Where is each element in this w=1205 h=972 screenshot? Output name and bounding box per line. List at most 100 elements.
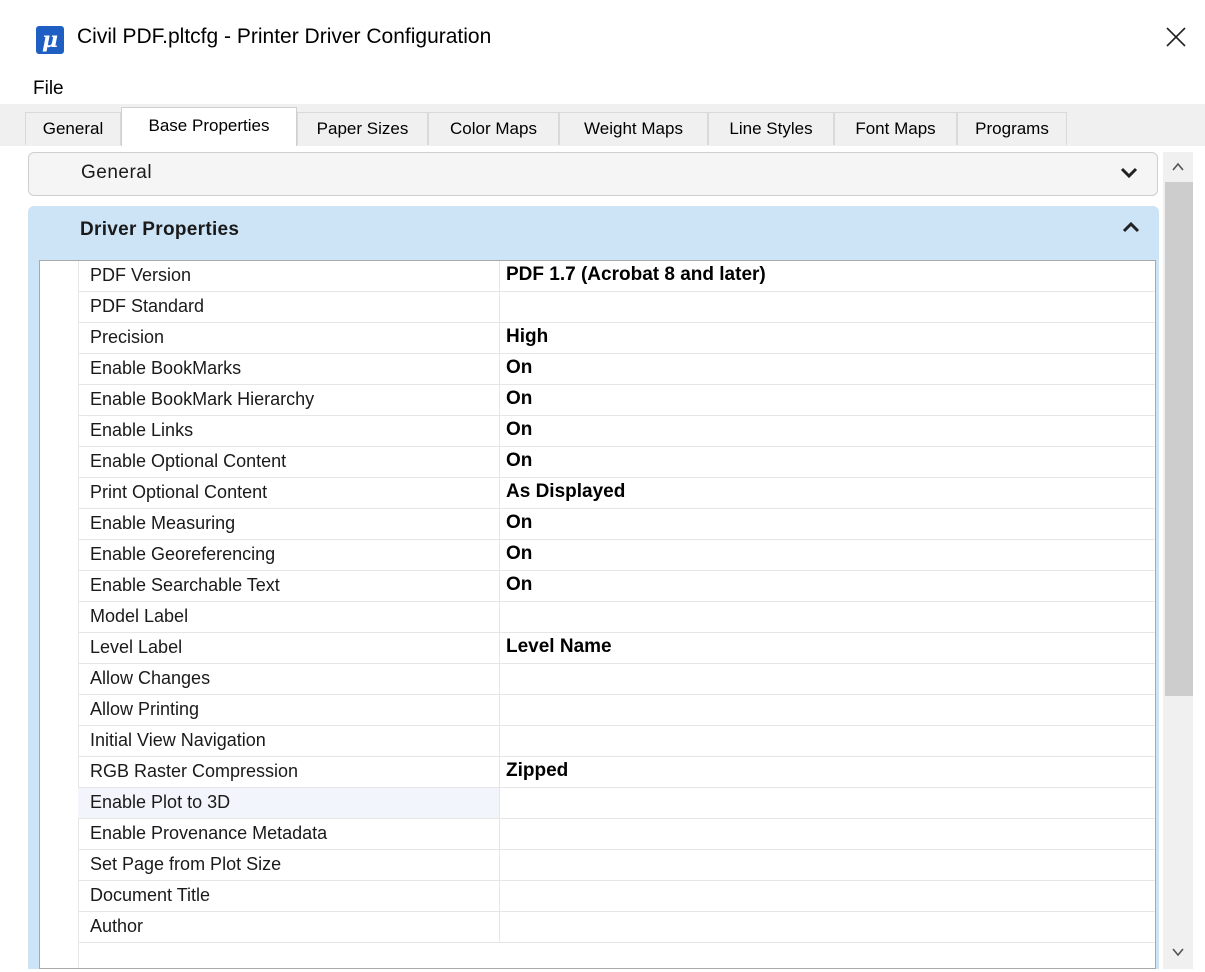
property-name: Allow Printing [90, 699, 200, 719]
property-row[interactable]: Allow Printing [78, 695, 1155, 726]
column-divider [499, 261, 500, 292]
tab-weight-maps[interactable]: Weight Maps [559, 112, 708, 145]
microstation-logo-icon: μ [36, 26, 64, 54]
property-name: Enable Plot to 3D [90, 792, 231, 812]
column-divider [499, 633, 500, 664]
property-name: Enable BookMark Hierarchy [90, 389, 315, 409]
tab-paper-sizes[interactable]: Paper Sizes [297, 112, 428, 145]
close-button[interactable] [1157, 18, 1197, 58]
property-value[interactable]: On [506, 357, 532, 379]
section-driver-label: Driver Properties [80, 219, 240, 240]
section-driver-header[interactable]: Driver Properties [28, 206, 1159, 256]
chevron-down-icon[interactable] [1119, 165, 1139, 183]
property-name: Author [90, 916, 144, 936]
property-row[interactable]: Level Label Level Name [78, 633, 1155, 664]
property-name: PDF Standard [90, 296, 205, 316]
column-divider [499, 540, 500, 571]
property-value[interactable]: On [506, 450, 532, 472]
property-row[interactable]: Author [78, 912, 1155, 943]
close-icon [1166, 27, 1186, 47]
column-divider [499, 447, 500, 478]
property-row[interactable]: Set Page from Plot Size [78, 850, 1155, 881]
column-divider [499, 416, 500, 447]
property-row[interactable]: PDF Version PDF 1.7 (Acrobat 8 and later) [78, 261, 1155, 292]
property-value[interactable]: On [506, 543, 532, 565]
property-value[interactable]: As Displayed [506, 481, 625, 503]
property-row[interactable]: Enable BookMarks On [78, 354, 1155, 385]
column-divider [499, 726, 500, 757]
property-row[interactable]: Initial View Navigation [78, 726, 1155, 757]
scroll-up-arrow-icon [1172, 162, 1184, 171]
property-name: RGB Raster Compression [90, 761, 299, 781]
column-divider [499, 323, 500, 354]
property-row[interactable]: Enable Georeferencing On [78, 540, 1155, 571]
property-row[interactable]: Enable Searchable Text On [78, 571, 1155, 602]
chevron-up-icon[interactable] [1121, 218, 1141, 236]
column-divider [499, 912, 500, 943]
property-row[interactable]: PDF Standard [78, 292, 1155, 323]
property-name: Enable Provenance Metadata [90, 823, 328, 843]
property-value[interactable]: On [506, 574, 532, 596]
property-row[interactable]: Document Title [78, 881, 1155, 912]
property-name: Precision [90, 327, 165, 347]
column-divider [499, 292, 500, 323]
column-divider [499, 788, 500, 819]
column-divider [499, 695, 500, 726]
property-name: Set Page from Plot Size [90, 854, 282, 874]
property-name: Enable Searchable Text [90, 575, 280, 595]
tab-strip: General Base Properties Paper Sizes Colo… [0, 104, 1205, 147]
column-divider [499, 509, 500, 540]
menu-file[interactable]: File [33, 78, 64, 100]
scrollbar-thumb[interactable] [1165, 182, 1193, 696]
tab-programs[interactable]: Programs [957, 112, 1067, 145]
property-name: Allow Changes [90, 668, 211, 688]
property-name: Enable Georeferencing [90, 544, 276, 564]
property-value[interactable]: Level Name [506, 636, 612, 658]
property-row[interactable]: RGB Raster Compression Zipped [78, 757, 1155, 788]
tab-line-styles[interactable]: Line Styles [708, 112, 834, 145]
column-divider [499, 850, 500, 881]
title-bar: μ Civil PDF.pltcfg - Printer Driver Conf… [0, 0, 1205, 74]
scroll-down-arrow-icon [1172, 948, 1184, 957]
property-name: PDF Version [90, 265, 192, 285]
window-title: Civil PDF.pltcfg - Printer Driver Config… [77, 25, 492, 48]
scroll-down-button[interactable] [1163, 937, 1193, 967]
property-grid: PDF Version PDF 1.7 (Acrobat 8 and later)… [39, 260, 1156, 969]
property-row[interactable]: Allow Changes [78, 664, 1155, 695]
property-row[interactable]: Enable Optional Content On [78, 447, 1155, 478]
property-row[interactable]: Precision High [78, 323, 1155, 354]
column-divider [499, 819, 500, 850]
property-name: Document Title [90, 885, 211, 905]
scroll-up-button[interactable] [1163, 152, 1193, 182]
property-name: Print Optional Content [90, 482, 268, 502]
grid-gutter [40, 261, 79, 968]
tab-general[interactable]: General [25, 112, 121, 145]
section-general-header[interactable]: General [28, 152, 1158, 196]
column-divider [499, 664, 500, 695]
property-row[interactable]: Enable BookMark Hierarchy On [78, 385, 1155, 416]
property-value[interactable]: PDF 1.7 (Acrobat 8 and later) [506, 264, 766, 286]
column-divider [499, 478, 500, 509]
column-divider [499, 602, 500, 633]
tab-color-maps[interactable]: Color Maps [428, 112, 559, 145]
property-value[interactable]: High [506, 326, 548, 348]
tab-base-properties[interactable]: Base Properties [121, 107, 297, 147]
column-divider [499, 385, 500, 416]
column-divider [499, 571, 500, 602]
property-value[interactable]: Zipped [506, 760, 568, 782]
section-general-label: General [81, 162, 153, 183]
property-name: Enable BookMarks [90, 358, 242, 378]
property-row[interactable]: Enable Measuring On [78, 509, 1155, 540]
property-row[interactable]: Enable Provenance Metadata [78, 819, 1155, 850]
property-value[interactable]: On [506, 419, 532, 441]
property-name: Enable Links [90, 420, 194, 440]
menu-bar: File [0, 74, 1205, 104]
tab-font-maps[interactable]: Font Maps [834, 112, 957, 145]
property-value[interactable]: On [506, 388, 532, 410]
property-value[interactable]: On [506, 512, 532, 534]
property-row[interactable]: Model Label [78, 602, 1155, 633]
property-row[interactable]: Enable Plot to 3D [78, 788, 1155, 819]
property-row[interactable]: Print Optional Content As Displayed [78, 478, 1155, 509]
property-row[interactable]: Enable Links On [78, 416, 1155, 447]
column-divider [499, 354, 500, 385]
